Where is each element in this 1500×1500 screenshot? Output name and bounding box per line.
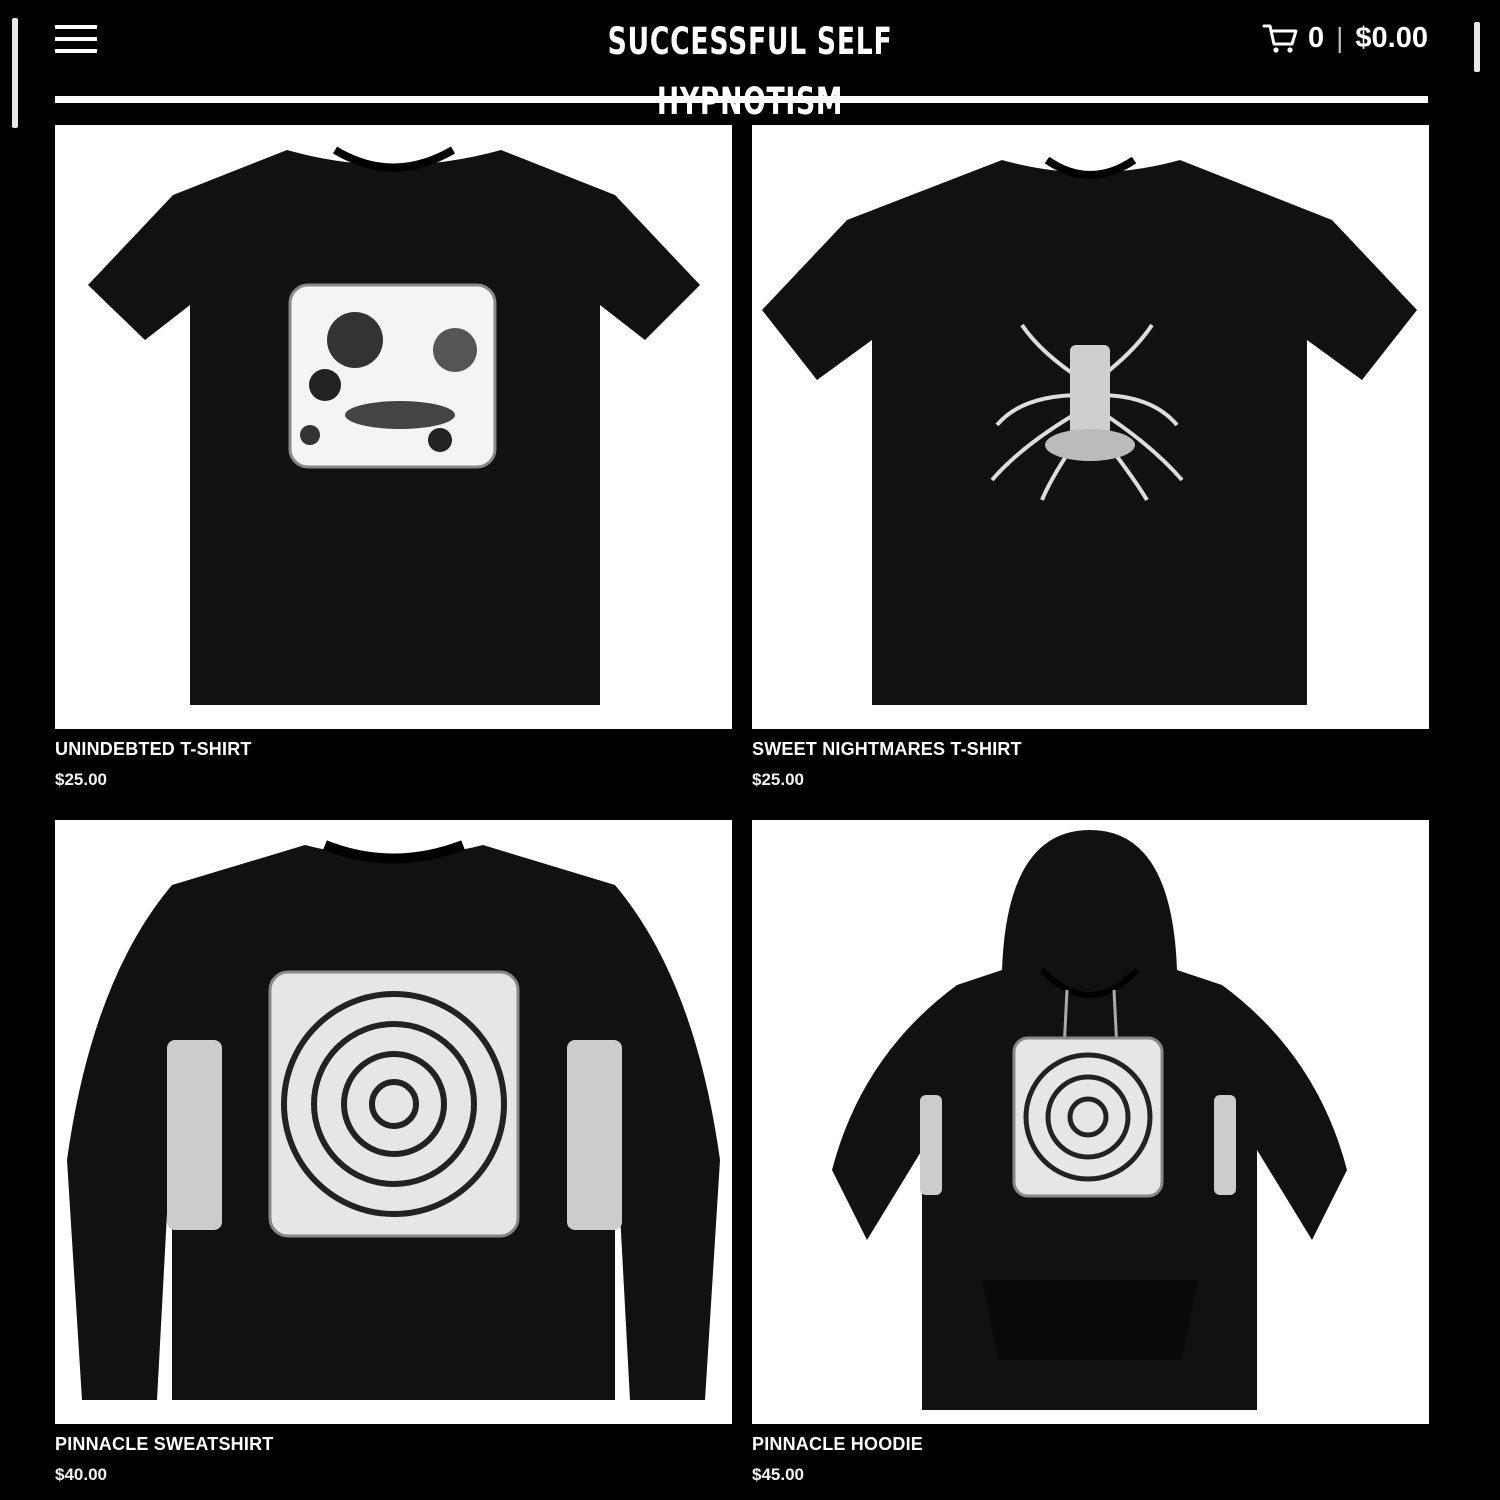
product-price: $25.00 <box>752 770 804 789</box>
cart-separator: | <box>1336 22 1344 53</box>
product-title[interactable]: SWEET NIGHTMARES T-SHIRT <box>752 739 1429 760</box>
product-card: SWEET NIGHTMARES T-SHIRT $25.00 <box>752 125 1429 790</box>
product-image[interactable] <box>752 125 1429 729</box>
product-card: UNINDEBTED T-SHIRT $25.00 <box>55 125 732 790</box>
product-price: $25.00 <box>55 770 107 789</box>
t-shirt-image <box>762 156 1417 705</box>
cart-icon <box>1262 24 1298 53</box>
hamburger-menu-icon[interactable] <box>55 25 97 53</box>
header-divider <box>55 96 1428 103</box>
product-card: PINNACLE HOODIE $45.00 <box>752 820 1429 1485</box>
site-header: SUCCESSFUL SELF HYPNOTISM 0 | $0.00 <box>0 0 1500 123</box>
product-title[interactable]: PINNACLE HOODIE <box>752 1434 1429 1455</box>
hoodie-image <box>832 830 1347 1410</box>
product-image[interactable] <box>55 125 732 729</box>
product-card: PINNACLE SWEATSHIRT $40.00 <box>55 820 732 1485</box>
product-title[interactable]: UNINDEBTED T-SHIRT <box>55 739 732 760</box>
t-shirt-image <box>88 146 700 705</box>
cart-total: $0.00 <box>1355 21 1428 54</box>
product-image[interactable] <box>752 820 1429 1424</box>
site-logo[interactable]: SUCCESSFUL SELF HYPNOTISM <box>599 12 901 123</box>
sweatshirt-image <box>67 840 720 1400</box>
product-title[interactable]: PINNACLE SWEATSHIRT <box>55 1434 732 1455</box>
product-image[interactable] <box>55 820 732 1424</box>
cart-count: 0 <box>1308 21 1325 54</box>
cart-summary[interactable]: 0 | $0.00 <box>1262 18 1428 58</box>
product-price: $40.00 <box>55 1465 107 1484</box>
product-price: $45.00 <box>752 1465 804 1484</box>
